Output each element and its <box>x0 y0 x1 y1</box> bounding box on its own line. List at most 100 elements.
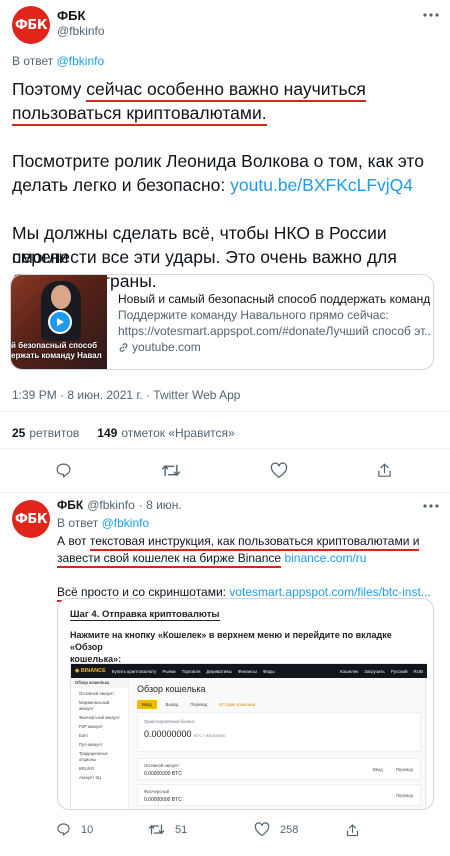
account-row: Основной аккаунт 0.00000000 BTC Ввод Пер… <box>137 758 421 780</box>
reply-prefix: В ответ <box>57 516 99 530</box>
highlight: сейчас особенно важно научиться <box>86 79 366 102</box>
account-label: Фьючерсный <box>144 789 170 794</box>
card-domain-text: youtube.com <box>132 340 201 354</box>
retweets-label[interactable]: ретвитов <box>29 426 79 440</box>
tweet-time[interactable]: · 8 июн. <box>139 498 182 512</box>
nav-right-item: Кошелек <box>340 668 359 674</box>
reply-count: 10 <box>81 823 94 836</box>
nav-item: Рынки <box>162 668 176 674</box>
author-handle[interactable]: @fbkinfo <box>57 24 105 38</box>
text-segment: делать легко и безопасно: <box>12 175 231 195</box>
account-label: Основной аккаунт <box>144 763 180 768</box>
card-description: https://votesmart.appspot.com/#donateЛуч… <box>118 324 430 338</box>
balance-value: 0.00000000 BTC ≈ $0.000000 <box>144 729 225 739</box>
attached-image[interactable]: Шаг 4. Отправка криптовалюты Нажмите на … <box>57 598 434 810</box>
divider <box>0 492 450 493</box>
account-value: 0.00000000 BTC <box>144 797 182 803</box>
binance-link[interactable]: binance.com/ru <box>284 551 366 565</box>
sidebar-item: Традиционные опционы <box>79 751 108 762</box>
retweets-count[interactable]: 25 <box>12 426 25 440</box>
binance-logo-icon: ◆ BINANCE <box>75 668 106 674</box>
like-icon[interactable] <box>254 822 270 837</box>
sidebar-item: Аккаунт ЗЦ <box>79 775 101 780</box>
sidebar-item: Фьючерсный аккаунт <box>79 715 120 720</box>
tweet-timestamp[interactable]: 1:39 PM · 8 июн. 2021 г. · Twitter Web A… <box>12 388 240 402</box>
instructions-link[interactable]: votesmart.appspot.com/files/btc-inst... <box>229 585 430 599</box>
link-card[interactable]: й безопасный способ ержать команду Навал… <box>10 274 434 370</box>
text-line: перенести все эти удары. Это очень важно… <box>12 247 397 267</box>
binance-topbar: ◆ BINANCE Купить криптовалюту Рынки Торг… <box>71 664 427 678</box>
account-action: Перевод <box>396 767 413 772</box>
reply-action[interactable]: 10 <box>56 822 93 837</box>
like-count: 258 <box>280 823 299 836</box>
history-button: История кошелька <box>219 702 256 707</box>
wallet-title: Обзор кошелька <box>137 684 206 694</box>
highlight: текстовая инструкция, как пользоваться к… <box>89 534 420 551</box>
video-link[interactable]: youtu.be/BXFKcLFvjQ4 <box>230 175 413 195</box>
like-icon[interactable] <box>269 460 289 480</box>
card-body: Новый и самый безопасный способ поддержа… <box>118 291 430 355</box>
more-options-icon[interactable] <box>422 500 440 512</box>
nav-item: Финансы <box>237 668 257 674</box>
tweet-header: ФБК @fbkinfo · 8 июн. <box>57 498 182 512</box>
avatar[interactable]: ФБК <box>12 6 50 44</box>
sidebar-active: Обзор кошелька <box>71 678 128 688</box>
account-action: Перевод <box>396 793 413 798</box>
author-handle[interactable]: @fbkinfo <box>87 498 135 512</box>
reply-icon[interactable] <box>53 460 73 480</box>
card-description: Поддержите команду Навального прямо сейч… <box>118 308 389 322</box>
thumbnail-caption: й безопасный способ ержать команду Навал <box>11 341 107 361</box>
tweet-text: Поэтому сейчас особенно важно научиться … <box>12 77 442 293</box>
deposit-button: Ввод <box>137 700 157 709</box>
like-action[interactable]: 258 <box>254 822 298 837</box>
likes-count[interactable]: 149 <box>97 426 117 440</box>
account-row: Фьючерсный 0.00000000 BTC Перевод <box>137 784 421 806</box>
sidebar-item: Earn <box>79 733 88 738</box>
nav-right-item: Русский <box>390 668 408 674</box>
reply-icon[interactable] <box>56 822 71 837</box>
wallet-actions: Ввод Вывод Перевод История кошелька <box>137 700 258 709</box>
share-icon[interactable] <box>374 460 394 480</box>
binance-screenshot: ◆ BINANCE Купить криптовалюту Рынки Торг… <box>70 663 427 809</box>
text-line: Посмотрите ролик Леонида Волкова о том, … <box>12 151 424 171</box>
sidebar-item: Основной аккаунт <box>79 691 115 696</box>
divider <box>0 448 450 449</box>
author-name[interactable]: ФБК <box>57 8 85 23</box>
reply-handle-link[interactable]: @fbkinfo <box>57 54 105 68</box>
instruction-line: Нажмите на кнопку «Кошелек» в верхнем ме… <box>70 630 392 652</box>
author-name[interactable]: ФБК <box>57 498 83 512</box>
presenter-face <box>51 285 71 309</box>
step-title: Шаг 4. Отправка криптовалюты <box>70 609 220 621</box>
nav-item: Купить криптовалюту <box>111 668 157 674</box>
likes-label[interactable]: отметок «Нравится» <box>121 426 234 440</box>
card-domain: youtube.com <box>118 339 430 355</box>
binance-brand: BINANCE <box>80 668 106 674</box>
engagement-stats: 25 ретвитов 149 отметок «Нравится» <box>12 426 235 440</box>
highlight: завести свой кошелек на бирже Binance <box>57 551 282 568</box>
estimated-balance-label: Ориентировочный баланс <box>144 719 195 724</box>
account-value: 0.00000000 BTC <box>144 771 182 777</box>
nav-right-item: Загрузить <box>364 668 385 674</box>
card-title: Новый и самый безопасный способ поддержа… <box>118 292 430 306</box>
nav-right-item: RUB <box>413 668 423 674</box>
link-icon <box>118 342 129 353</box>
nav-item: Фиды <box>262 668 275 674</box>
retweet-action[interactable]: 51 <box>148 822 187 837</box>
thumbnail-caption-line: ержать команду Навал <box>11 351 102 360</box>
play-button-icon[interactable] <box>48 310 72 334</box>
share-icon[interactable] <box>344 822 360 838</box>
retweet-icon[interactable] <box>148 822 165 837</box>
sidebar-item: BRL/KR <box>79 766 95 771</box>
step-instruction: Нажмите на кнопку «Кошелек» в верхнем ме… <box>70 629 425 665</box>
more-options-icon[interactable] <box>422 8 440 22</box>
reply-context: В ответ @fbkinfo <box>12 54 104 68</box>
retweet-icon[interactable] <box>160 460 182 480</box>
binance-sidebar: Обзор кошелька Основной аккаунт Маржинал… <box>71 678 129 809</box>
nav-item: Торговля <box>181 668 201 674</box>
text-line: Мы должны сделать всё, чтобы НКО в Росси… <box>12 223 387 267</box>
text-segment: Поэтому <box>12 79 87 99</box>
avatar[interactable]: ФБК <box>12 500 50 538</box>
reply-handle-link[interactable]: @fbkinfo <box>102 516 150 530</box>
video-thumbnail[interactable]: й безопасный способ ержать команду Навал <box>11 275 107 369</box>
sidebar-item: Маржинальный аккаунт <box>79 700 110 711</box>
